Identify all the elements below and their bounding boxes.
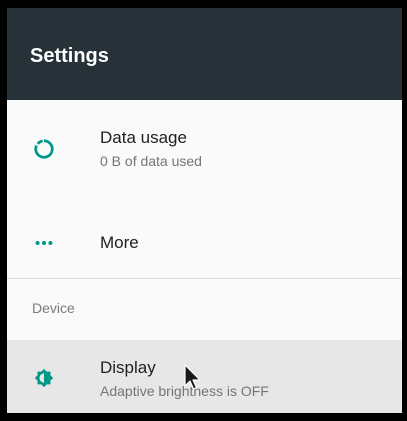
- data-usage-icon: [33, 138, 55, 160]
- settings-item-title: More: [100, 233, 139, 252]
- settings-item-more[interactable]: More: [7, 208, 402, 278]
- settings-screen: Settings Data usage 0 B of data used Mor…: [7, 8, 402, 413]
- mouse-pointer-icon: [183, 364, 203, 392]
- toolbar: Settings: [7, 8, 402, 100]
- page-title: Settings: [30, 45, 109, 67]
- settings-item-display[interactable]: Display Adaptive brightness is OFF: [7, 340, 402, 413]
- section-label: Device: [32, 300, 75, 316]
- settings-item-title: Data usage: [100, 128, 187, 147]
- settings-item-subtitle: 0 B of data used: [100, 153, 202, 169]
- settings-item-data-usage[interactable]: Data usage 0 B of data used: [7, 100, 402, 208]
- section-header-device: Device: [7, 279, 402, 340]
- settings-list: Data usage 0 B of data used More Device: [7, 100, 402, 413]
- settings-item-title: Display: [100, 358, 156, 377]
- brightness-icon: [33, 367, 55, 389]
- more-horiz-icon: [33, 232, 55, 254]
